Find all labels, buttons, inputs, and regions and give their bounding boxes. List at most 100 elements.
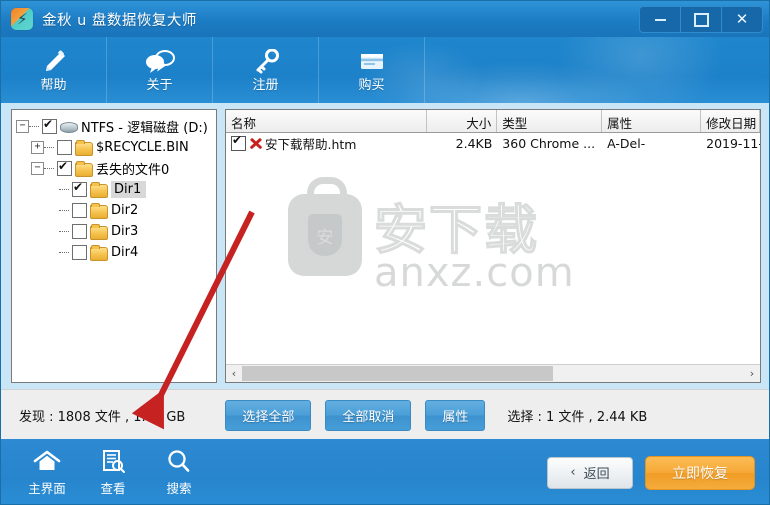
folder-icon	[90, 244, 108, 261]
file-list-header: 名称 大小 类型 属性 修改日期	[226, 110, 760, 133]
nav-item-home-label: 主界面	[28, 481, 66, 496]
toolbar-item-about-label: 关于	[146, 78, 173, 93]
tree-checkbox[interactable]	[57, 159, 72, 176]
file-list-panel[interactable]: 名称 大小 类型 属性 修改日期 安下载帮助.htm 2.4KB 360 Chr…	[225, 109, 761, 383]
properties-button[interactable]: 属性	[425, 399, 486, 431]
close-icon: ✕	[735, 10, 749, 28]
credit-card-icon	[355, 47, 389, 77]
toolbar-item-register[interactable]: 注册	[213, 37, 319, 103]
close-button[interactable]: ✕	[722, 7, 762, 32]
tree-node-label: Dir2	[111, 203, 139, 218]
maximize-button[interactable]	[681, 7, 722, 32]
tree-node-dir4[interactable]: Dir4	[16, 242, 212, 263]
tree-checkbox[interactable]	[72, 180, 87, 197]
top-toolbar: 帮助 关于 注册 购买	[1, 37, 769, 103]
horizontal-scrollbar[interactable]: ‹ ›	[226, 364, 760, 382]
tree-expander-icon	[48, 205, 59, 216]
bottom-navigation-bar: 主界面 查看 搜索 ‹ 返回 立即恢复	[1, 439, 769, 504]
nav-item-search-label: 搜索	[166, 481, 192, 496]
tree-node-dir2[interactable]: Dir2	[16, 200, 212, 221]
tree-expander-icon[interactable]: −	[16, 120, 29, 133]
status-bar: 发现 : 1808 文件 , 1.12 GB 选择全部 全部取消 属性 选择 :…	[1, 389, 769, 440]
toolbar-item-register-label: 注册	[252, 78, 279, 93]
toolbar-item-help-label: 帮助	[40, 78, 67, 93]
deleted-file-x-icon	[248, 136, 263, 151]
column-header-type[interactable]: 类型	[497, 110, 603, 132]
file-name: 安下载帮助.htm	[265, 137, 357, 152]
toolbar-item-about[interactable]: 关于	[107, 37, 213, 103]
tree-node-label: 丢失的文件0	[96, 163, 170, 178]
directory-tree-panel[interactable]: − NTFS - 逻辑磁盘 (D:) + $RECYCLE.BIN − 丢失的文…	[11, 109, 217, 383]
status-buttons: 选择全部 全部取消 属性	[225, 399, 486, 431]
nav-item-home[interactable]: 主界面	[19, 448, 75, 497]
main-content-area: − NTFS - 逻辑磁盘 (D:) + $RECYCLE.BIN − 丢失的文…	[1, 103, 769, 389]
folder-icon	[75, 139, 93, 156]
watermark-bag-icon: 安	[288, 177, 362, 276]
tree-node-label: Dir1	[111, 181, 147, 198]
deselect-all-button[interactable]: 全部取消	[325, 399, 412, 431]
tree-checkbox[interactable]	[72, 224, 87, 239]
tree-checkbox[interactable]	[57, 140, 72, 155]
recover-now-button[interactable]: 立即恢复	[645, 455, 755, 490]
scrollbar-thumb[interactable]	[242, 366, 554, 381]
application-window: ⚡ 金秋 u 盘数据恢复大师 ✕ 帮助 关于 注册 购买 − ✔ NTFS - …	[0, 0, 770, 505]
found-summary-text: 发现 : 1808 文件 , 1.12 GB	[19, 409, 186, 425]
tree-connector	[44, 146, 54, 149]
column-header-name[interactable]: 名称	[226, 110, 427, 132]
tree-connector	[59, 188, 69, 191]
maximize-icon	[693, 12, 709, 27]
tree-expander-icon[interactable]: +	[31, 141, 44, 154]
minimize-icon	[654, 18, 666, 21]
tree-expander-icon	[48, 247, 59, 258]
tree-node-label: Dir4	[111, 245, 139, 260]
tree-expander-icon[interactable]: −	[31, 162, 44, 175]
watermark: 安 安下载 anxz.com	[288, 177, 588, 308]
pen-help-icon	[37, 47, 71, 77]
tree-node-recycle-bin[interactable]: + $RECYCLE.BIN	[16, 137, 212, 158]
nav-item-view[interactable]: 查看	[85, 448, 141, 497]
tree-checkbox[interactable]	[72, 203, 87, 218]
table-row[interactable]: 安下载帮助.htm 2.4KB 360 Chrome ... A-Del- 20…	[226, 133, 760, 154]
back-button[interactable]: ‹ 返回	[547, 456, 633, 489]
tree-node-ntfs[interactable]: − NTFS - 逻辑磁盘 (D:)	[16, 116, 212, 137]
watermark-cn-text: 安下载	[373, 199, 539, 263]
file-size: 2.4KB	[455, 136, 493, 151]
back-button-label: 返回	[583, 467, 610, 482]
minimize-button[interactable]	[640, 7, 681, 32]
tree-node-dir3[interactable]: Dir3	[16, 221, 212, 242]
tree-expander-icon	[48, 184, 59, 195]
tree-connector	[44, 167, 54, 170]
select-all-button[interactable]: 选择全部	[225, 399, 312, 431]
tree-node-dir1[interactable]: Dir1	[16, 179, 212, 200]
file-attributes: A-Del-	[607, 136, 646, 151]
column-header-size[interactable]: 大小	[427, 110, 498, 132]
toolbar-item-buy-label: 购买	[358, 78, 385, 93]
scroll-left-arrow-icon[interactable]: ‹	[226, 366, 242, 381]
scrollbar-track[interactable]	[242, 366, 744, 381]
file-checkbox[interactable]	[231, 134, 246, 151]
tree-connector	[59, 209, 69, 212]
magnifier-icon	[164, 448, 194, 474]
tree-node-label: Dir3	[111, 224, 139, 239]
nav-item-search[interactable]: 搜索	[151, 448, 207, 497]
column-header-attributes[interactable]: 属性	[602, 110, 702, 132]
tree-node-label: $RECYCLE.BIN	[96, 140, 189, 155]
tree-node-lost-files[interactable]: − 丢失的文件0	[16, 158, 212, 179]
speech-bubbles-icon	[143, 47, 177, 77]
tree-connector	[29, 125, 39, 128]
tree-node-label: NTFS - 逻辑磁盘 (D:)	[81, 121, 208, 136]
key-icon	[249, 47, 283, 77]
tree-checkbox[interactable]	[72, 245, 87, 260]
nav-item-view-label: 查看	[100, 481, 126, 496]
scroll-right-arrow-icon[interactable]: ›	[744, 366, 760, 381]
toolbar-item-help[interactable]: 帮助	[1, 37, 107, 103]
window-title: 金秋 u 盘数据恢复大师	[42, 12, 197, 29]
title-bar: ⚡ 金秋 u 盘数据恢复大师 ✕	[1, 1, 769, 37]
toolbar-item-buy[interactable]: 购买	[319, 37, 425, 103]
folder-icon	[90, 223, 108, 240]
file-date: 2019-11-	[706, 136, 761, 151]
tree-checkbox[interactable]	[42, 117, 57, 134]
column-header-date[interactable]: 修改日期	[701, 110, 760, 132]
file-type: 360 Chrome ...	[502, 136, 596, 151]
chevron-left-icon: ‹	[570, 465, 576, 480]
